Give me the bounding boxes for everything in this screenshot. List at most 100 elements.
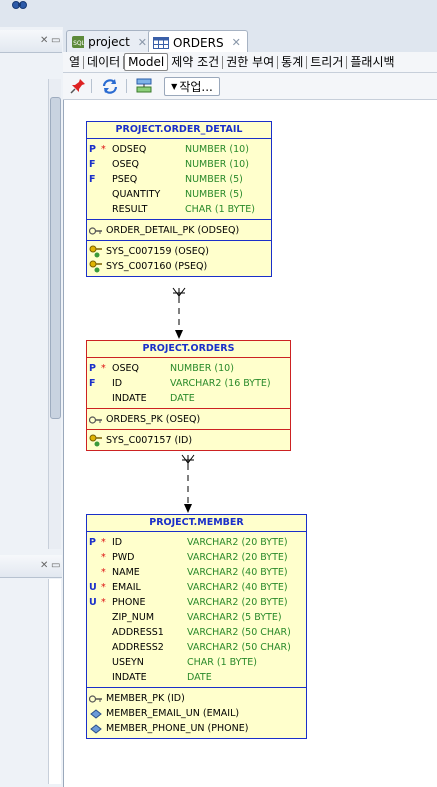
constraint-row: ORDER_DETAIL_PK (ODSEQ) [87,223,271,238]
column-name: ID [112,537,123,548]
table-order-detail[interactable]: PROJECT.ORDER_DETAIL P * ODSEQ NUMBER (10) … [86,121,272,277]
layout-icon[interactable] [134,77,154,94]
column-type: VARCHAR2 (5 BYTE) [187,612,282,623]
column-name: QUANTITY [112,189,161,200]
subtab-model[interactable]: Model [124,53,169,71]
column-list: P * OSEQ NUMBER (10) F ID VARCHAR2 (16 BYTE) … [87,358,290,408]
relationship-orders-member [181,454,195,513]
column-type: DATE [170,393,195,404]
tab-project[interactable]: SQL project ✕ [66,30,152,53]
column-name: OSEQ [112,159,139,170]
close-icon[interactable]: ✕ [232,36,241,49]
column-row: RESULT CHAR (1 BYTE) [87,202,271,217]
constraint-row: SYS_C007160 (PSEQ) [87,259,271,274]
column-type: CHAR (1 BYTE) [187,657,257,668]
foreign-key-icon [89,434,102,447]
constraint-row: ORDERS_PK (OSEQ) [87,412,290,427]
required-marker: * [101,582,106,593]
table-title: PROJECT.ORDER_DETAIL [87,122,271,139]
table-orders[interactable]: PROJECT.ORDERS P * OSEQ NUMBER (10) F ID VARC… [86,340,291,451]
column-row: ADDRESS1 VARCHAR2 (50 CHAR) [87,625,306,640]
column-type: VARCHAR2 (40 BYTE) [187,567,288,578]
constraint-name: MEMBER_PK (ID) [106,693,185,704]
close-icon[interactable]: ✕ [40,35,48,46]
subtab-flashback[interactable]: 플래시백 [347,55,397,69]
close-icon[interactable]: ✕ [40,560,48,571]
constraint-name: ORDER_DETAIL_PK (ODSEQ) [106,225,240,236]
subtab-triggers[interactable]: 트리거 [307,55,348,69]
chevron-down-icon: ▼ [171,82,178,91]
primary-key-list: ORDER_DETAIL_PK (ODSEQ) [87,219,271,240]
tab-orders[interactable]: ORDERS ✕ [148,30,248,54]
key-icon [89,694,102,703]
key-icon [89,226,102,235]
toolbar-divider [91,79,92,93]
tab-label: project [88,35,130,49]
subtab-grants[interactable]: 권한 부여 [223,55,279,69]
constraint-row: MEMBER_EMAIL_UN (EMAIL) [87,706,306,721]
subtab-columns[interactable]: 열 [63,55,85,69]
scrollbar-thumb[interactable] [50,97,61,419]
editor-tab-bar: SQL project ✕ ORDERS ✕ [63,27,437,54]
column-row: F OSEQ NUMBER (10) [87,157,271,172]
required-marker: * [101,597,106,608]
table-member[interactable]: PROJECT.MEMBER P * ID VARCHAR2 (20 BYTE) * P… [86,514,307,739]
svg-text:SQL: SQL [73,40,84,47]
required-marker: * [101,552,106,563]
column-type: VARCHAR2 (20 BYTE) [187,597,288,608]
subtab-statistics[interactable]: 통계 [278,55,308,69]
refresh-icon[interactable] [100,77,120,94]
column-type: NUMBER (5) [185,174,243,185]
column-name: INDATE [112,672,147,683]
pin-icon[interactable] [69,77,87,94]
column-name: ID [112,378,123,389]
constraint-name: SYS_C007160 (PSEQ) [106,261,208,272]
column-row: P * ID VARCHAR2 (20 BYTE) [87,535,306,550]
column-row: F ID VARCHAR2 (16 BYTE) [87,376,290,391]
column-name: PHONE [112,597,146,608]
constraint-name: ORDERS_PK (OSEQ) [106,414,201,425]
column-type: VARCHAR2 (40 BYTE) [187,582,288,593]
column-type: NUMBER (10) [185,159,249,170]
foreign-key-list: SYS_C007159 (OSEQ) SYS_C007160 (PSEQ) [87,240,271,276]
column-row: U * EMAIL VARCHAR2 (40 BYTE) [87,580,306,595]
column-row: P * ODSEQ NUMBER (10) [87,142,271,157]
key-flag: U [89,582,97,593]
key-flag: F [89,159,96,170]
column-row: ZIP_NUM VARCHAR2 (5 BYTE) [87,610,306,625]
column-name: ADDRESS1 [112,627,164,638]
key-list: MEMBER_PK (ID) MEMBER_EMAIL_UN (EMAIL) M… [87,687,306,738]
column-name: RESULT [112,204,148,215]
column-type: DATE [187,672,212,683]
minimize-icon[interactable]: ▭ [51,560,60,571]
table-icon [153,36,169,49]
column-row: QUANTITY NUMBER (5) [87,187,271,202]
column-name: ODSEQ [112,144,147,155]
column-row: * PWD VARCHAR2 (20 BYTE) [87,550,306,565]
required-marker: * [101,537,106,548]
column-type: NUMBER (10) [185,144,249,155]
column-list: P * ID VARCHAR2 (20 BYTE) * PWD VARCHAR2 (20 … [87,532,306,687]
column-row: USEYN CHAR (1 BYTE) [87,655,306,670]
subtab-constraints[interactable]: 제약 조건 [168,55,224,69]
actions-dropdown[interactable]: ▼ 작업... [164,77,220,96]
minimize-icon[interactable]: ▭ [51,35,60,46]
key-flag: P [89,537,96,548]
column-name: ZIP_NUM [112,612,155,623]
binoculars-icon[interactable] [12,0,28,10]
navigator-scrollbar[interactable] [48,79,61,549]
close-icon[interactable]: ✕ [138,36,147,49]
lower-panel-scrollbar[interactable] [48,579,61,784]
column-list: P * ODSEQ NUMBER (10) F OSEQ NUMBER (10) F PSE… [87,139,271,219]
subtab-data[interactable]: 데이터 [84,55,125,69]
model-toolbar: ▼ 작업... [63,73,437,100]
lower-panel-header: ✕ ▭ [0,555,62,578]
column-type: NUMBER (10) [170,363,234,374]
left-navigator-panel: ✕ ▭ ✕ ▭ [0,27,64,787]
key-flag: P [89,363,96,374]
foreign-key-list: SYS_C007157 (ID) [87,429,290,450]
unique-key-icon [90,723,102,734]
column-row: U * PHONE VARCHAR2 (20 BYTE) [87,595,306,610]
column-type: VARCHAR2 (20 BYTE) [187,552,288,563]
sql-worksheet-icon: SQL [72,36,85,48]
